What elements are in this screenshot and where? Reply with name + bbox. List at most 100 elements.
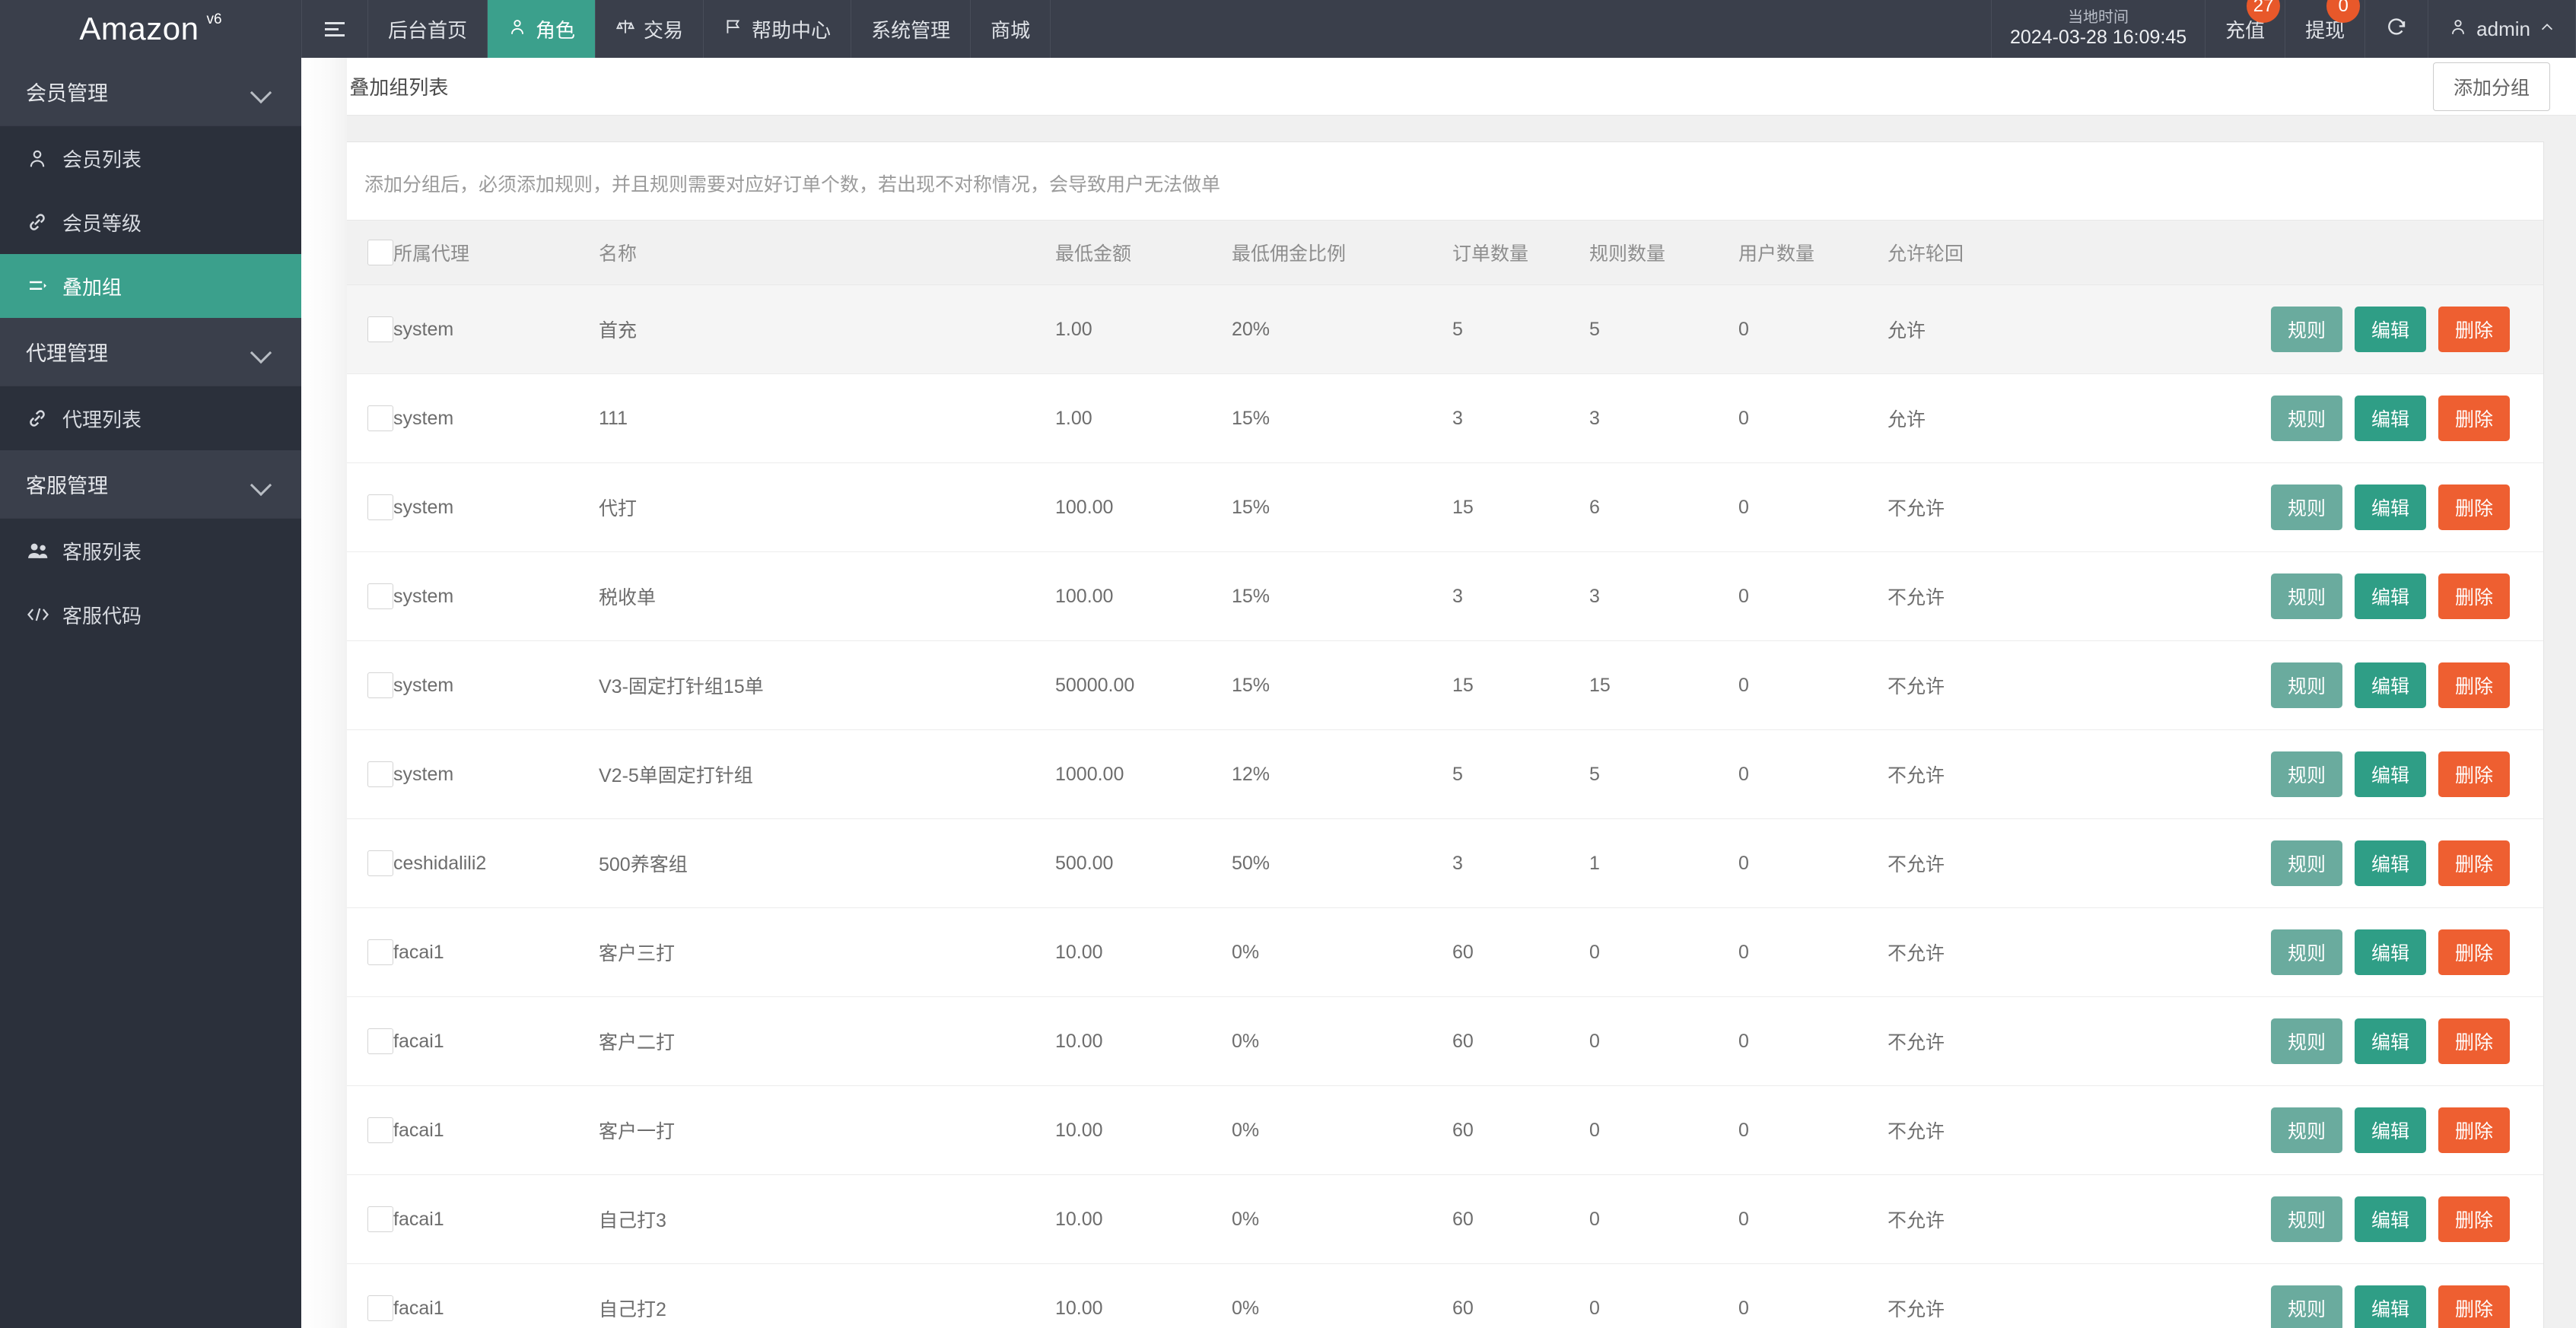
rule-button[interactable]: 规则	[2270, 751, 2342, 797]
row-checkbox[interactable]	[367, 1117, 393, 1143]
rule-button[interactable]: 规则	[2270, 662, 2342, 708]
delete-button[interactable]: 删除	[2438, 1285, 2510, 1328]
add-group-button[interactable]: 添加分组	[2432, 62, 2550, 111]
table-row[interactable]: facai1 客户二打 10.00 0% 60 0 0 不允许 规则 编辑 删除	[334, 996, 2543, 1086]
delete-button[interactable]: 删除	[2438, 840, 2510, 886]
table-row[interactable]: system 111 1.00 15% 3 3 0 允许 规则 编辑 删除	[334, 373, 2543, 463]
rule-button[interactable]: 规则	[2270, 307, 2342, 352]
cell-orders: 5	[1452, 729, 1589, 819]
refresh-button[interactable]	[2365, 0, 2429, 58]
delete-button[interactable]: 删除	[2438, 573, 2510, 619]
edit-button[interactable]: 编辑	[2354, 1196, 2426, 1242]
delete-button[interactable]: 删除	[2438, 662, 2510, 708]
cell-name: 500养客组	[599, 818, 1055, 908]
edit-button[interactable]: 编辑	[2354, 1018, 2426, 1064]
row-checkbox[interactable]	[367, 405, 393, 431]
delete-button[interactable]: 删除	[2438, 929, 2510, 975]
column-header-orders[interactable]: 订单数量	[1452, 220, 1589, 285]
rule-button[interactable]: 规则	[2270, 1107, 2342, 1153]
row-checkbox[interactable]	[367, 939, 393, 965]
row-checkbox[interactable]	[367, 761, 393, 787]
rule-button[interactable]: 规则	[2270, 929, 2342, 975]
sidebar-item-label: 会员列表	[62, 148, 142, 171]
edit-button[interactable]: 编辑	[2354, 751, 2426, 797]
edit-button[interactable]: 编辑	[2354, 1107, 2426, 1153]
sidebar-item-member-level[interactable]: 会员等级	[0, 190, 301, 254]
recharge-button[interactable]: 充值 27	[2206, 0, 2286, 58]
sidebar-group-agent[interactable]: 代理管理	[0, 318, 301, 386]
edit-button[interactable]: 编辑	[2354, 484, 2426, 530]
edit-button[interactable]: 编辑	[2354, 1285, 2426, 1328]
row-checkbox[interactable]	[367, 672, 393, 698]
sidebar-item-overlay-group[interactable]: 叠加组	[0, 254, 301, 318]
cell-rate: 0%	[1232, 1263, 1452, 1328]
delete-button[interactable]: 删除	[2438, 1196, 2510, 1242]
tab-role[interactable]: 角色	[488, 0, 596, 58]
rule-button[interactable]: 规则	[2270, 396, 2342, 441]
delete-button[interactable]: 删除	[2438, 396, 2510, 441]
tab-transaction[interactable]: 交易	[596, 0, 704, 58]
edit-button[interactable]: 编辑	[2354, 573, 2426, 619]
delete-button[interactable]: 删除	[2438, 484, 2510, 530]
sidebar-item-member-list[interactable]: 会员列表	[0, 126, 301, 190]
table-row[interactable]: facai1 客户三打 10.00 0% 60 0 0 不允许 规则 编辑 删除	[334, 907, 2543, 997]
table-row[interactable]: system V2-5单固定打针组 1000.00 12% 5 5 0 不允许 规则 编辑 删除	[334, 729, 2543, 819]
table-head: 所属代理 名称 最低金额 最低佣金比例 订单数量 规则数量 用户数量 允许轮回	[334, 220, 2543, 285]
edit-button[interactable]: 编辑	[2354, 662, 2426, 708]
table-row[interactable]: facai1 自己打2 10.00 0% 60 0 0 不允许 规则 编辑 删除	[334, 1263, 2543, 1328]
edit-button[interactable]: 编辑	[2354, 396, 2426, 441]
tab-dashboard[interactable]: 后台首页	[368, 0, 488, 58]
sidebar-group-support[interactable]: 客服管理	[0, 450, 301, 519]
user-menu[interactable]: admin	[2428, 0, 2576, 58]
rule-button[interactable]: 规则	[2270, 1196, 2342, 1242]
table-row[interactable]: system V3-固定打针组15单 50000.00 15% 15 15 0 不允许 规则 编辑…	[334, 640, 2543, 730]
table-row[interactable]: facai1 客户一打 10.00 0% 60 0 0 不允许 规则 编辑 删除	[334, 1085, 2543, 1175]
withdraw-button[interactable]: 提现 0	[2285, 0, 2366, 58]
table-row[interactable]: system 代打 100.00 15% 15 6 0 不允许 规则 编辑 删除	[334, 462, 2543, 552]
tab-help-center[interactable]: 帮助中心	[704, 0, 852, 58]
tab-system[interactable]: 系统管理	[851, 0, 972, 58]
tab-shop[interactable]: 商城	[971, 0, 1051, 58]
delete-button[interactable]: 删除	[2438, 1107, 2510, 1153]
column-header-rules[interactable]: 规则数量	[1589, 220, 1738, 285]
rule-button[interactable]: 规则	[2270, 1285, 2342, 1328]
delete-button[interactable]: 删除	[2438, 307, 2510, 352]
row-checkbox[interactable]	[367, 583, 393, 609]
column-header-rate[interactable]: 最低佣金比例	[1232, 220, 1452, 285]
delete-button[interactable]: 删除	[2438, 1018, 2510, 1064]
rule-button[interactable]: 规则	[2270, 573, 2342, 619]
edit-button[interactable]: 编辑	[2354, 929, 2426, 975]
sidebar-item-agent-list[interactable]: 代理列表	[0, 386, 301, 450]
row-checkbox[interactable]	[367, 316, 393, 342]
row-checkbox[interactable]	[367, 1206, 393, 1232]
sidebar-item-support-list[interactable]: 客服列表	[0, 519, 301, 583]
row-checkbox[interactable]	[367, 1028, 393, 1054]
row-checkbox[interactable]	[367, 1295, 393, 1321]
sidebar-item-support-code[interactable]: 客服代码	[0, 583, 301, 647]
column-header-users[interactable]: 用户数量	[1738, 220, 1887, 285]
table-row[interactable]: facai1 自己打3 10.00 0% 60 0 0 不允许 规则 编辑 删除	[334, 1174, 2543, 1264]
rule-button[interactable]: 规则	[2270, 840, 2342, 886]
column-header-name[interactable]: 名称	[599, 220, 1055, 285]
row-checkbox[interactable]	[367, 494, 393, 520]
tab-label: 后台首页	[388, 18, 468, 42]
rule-button[interactable]: 规则	[2270, 1018, 2342, 1064]
table-row[interactable]: system 首充 1.00 20% 5 5 0 允许 规则 编辑 删除	[334, 284, 2543, 374]
rule-button[interactable]: 规则	[2270, 484, 2342, 530]
edit-button[interactable]: 编辑	[2354, 840, 2426, 886]
row-checkbox[interactable]	[367, 850, 393, 876]
cell-cycle: 不允许	[1887, 729, 2139, 819]
select-all-checkbox[interactable]	[367, 240, 393, 265]
sidebar-group-label: 会员管理	[26, 82, 108, 105]
sidebar-group-member[interactable]: 会员管理	[0, 58, 301, 126]
cell-name: V3-固定打针组15单	[599, 640, 1055, 730]
column-header-cycle[interactable]: 允许轮回	[1887, 220, 2139, 285]
menu-toggle-button[interactable]	[301, 0, 368, 58]
brand-logo[interactable]: Amazon v6	[0, 0, 301, 58]
column-header-agent[interactable]: 所属代理	[393, 220, 599, 285]
table-row[interactable]: ceshidalili2 500养客组 500.00 50% 3 1 0 不允许 规则 编辑 删除	[334, 818, 2543, 908]
edit-button[interactable]: 编辑	[2354, 307, 2426, 352]
table-row[interactable]: system 税收单 100.00 15% 3 3 0 不允许 规则 编辑 删除	[334, 551, 2543, 641]
column-header-amount[interactable]: 最低金额	[1055, 220, 1232, 285]
delete-button[interactable]: 删除	[2438, 751, 2510, 797]
